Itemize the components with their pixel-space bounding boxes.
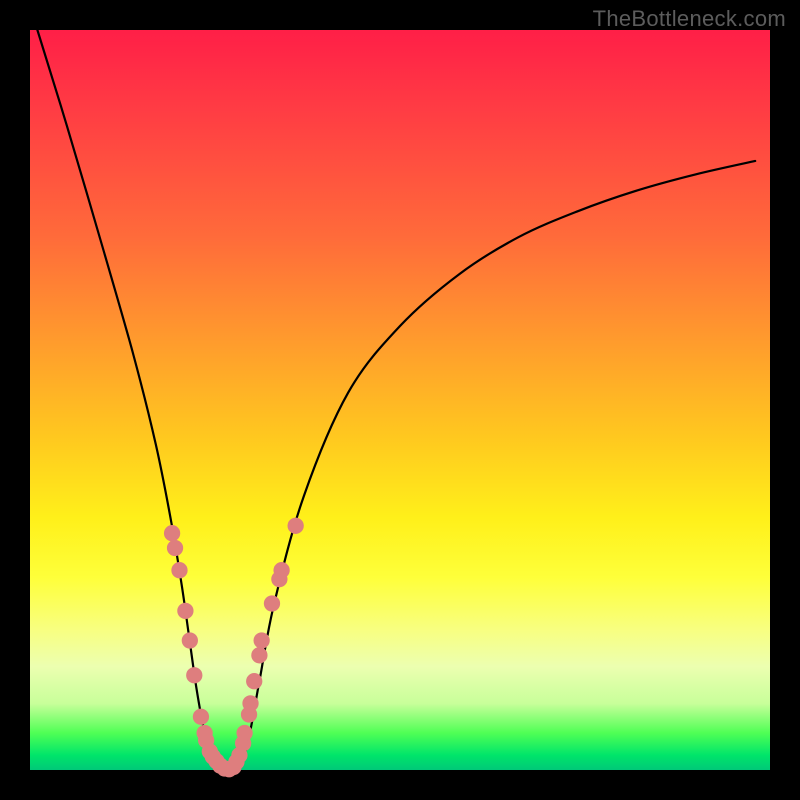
chart-frame: TheBottleneck.com (0, 0, 800, 800)
curve-dot (264, 595, 280, 611)
curve-dot (171, 562, 187, 578)
curve-dot (251, 647, 267, 663)
bottleneck-curve (37, 30, 755, 770)
curve-dot (242, 695, 258, 711)
curve-dot (193, 709, 209, 725)
curve-dot (236, 725, 252, 741)
curve-dot (288, 518, 304, 534)
chart-svg (30, 30, 770, 770)
curve-dot (177, 603, 193, 619)
curve-dots (164, 518, 304, 778)
curve-dot (253, 632, 269, 648)
plot-area (30, 30, 770, 770)
curve-dot (273, 562, 289, 578)
curve-dot (167, 540, 183, 556)
curve-dot (246, 673, 262, 689)
curve-dot (164, 525, 180, 541)
curve-dot (186, 667, 202, 683)
watermark-text: TheBottleneck.com (593, 6, 786, 32)
curve-dot (182, 632, 198, 648)
